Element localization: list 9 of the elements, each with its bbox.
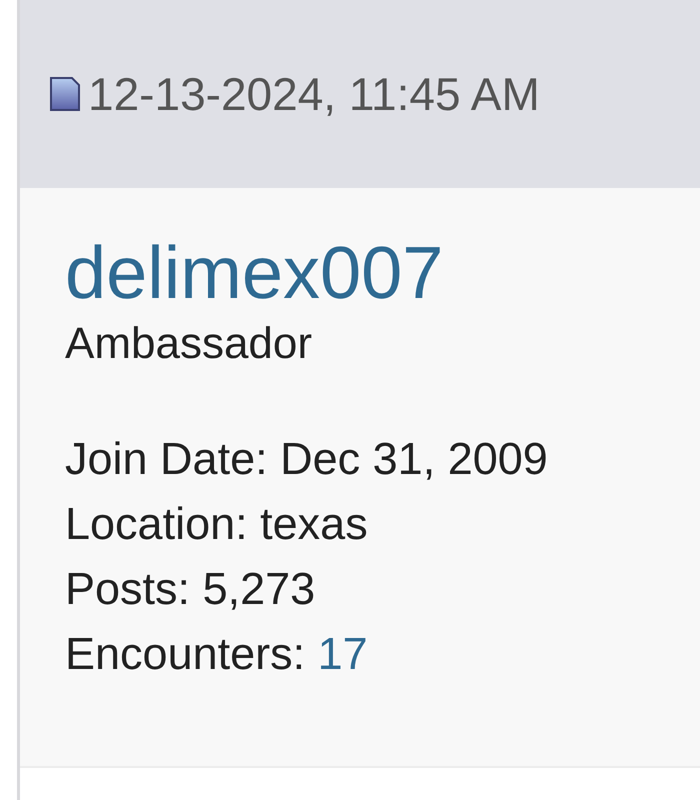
user-stat: Posts: 5,273 — [65, 562, 316, 616]
user-stat: Location: texas — [65, 497, 368, 551]
user-stat: Encounters: 17 — [65, 627, 368, 681]
post-date: 12-13-2024, 11:45 AM — [88, 67, 540, 121]
document-icon — [50, 77, 80, 111]
user-stat: Join Date: Dec 31, 2009 — [65, 432, 548, 486]
user-title: Ambassador — [65, 318, 314, 370]
username-link[interactable]: delimex007 — [65, 228, 700, 318]
stat-link[interactable]: 17 — [318, 628, 368, 679]
